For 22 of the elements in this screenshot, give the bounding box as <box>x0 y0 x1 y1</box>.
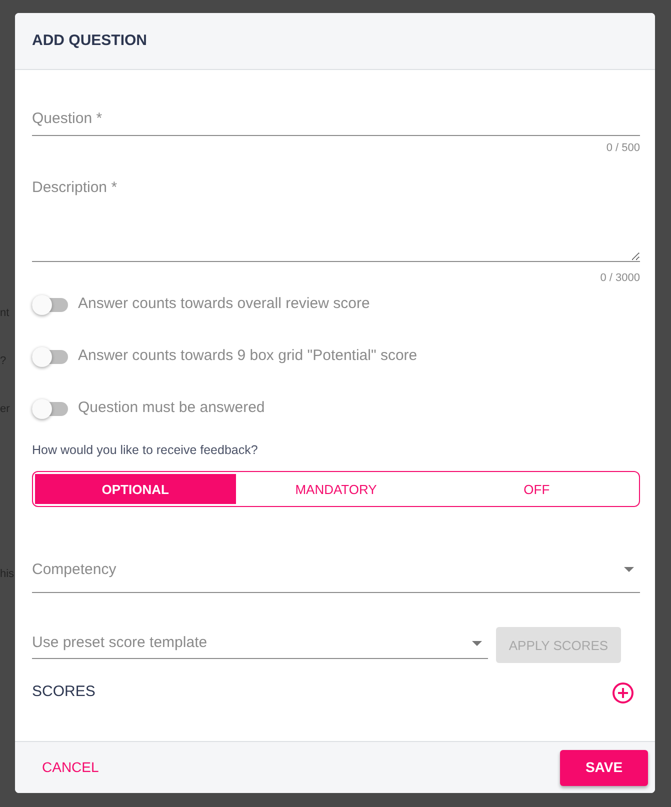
save-button[interactable]: SAVE <box>560 750 648 786</box>
character-counter: 0 / 3000 <box>600 272 640 284</box>
scores-heading: SCORES <box>32 682 96 702</box>
feedback-prompt: How would you like to receive feedback? <box>32 442 258 456</box>
add-icon[interactable] <box>612 682 634 704</box>
toggle-label: Answer counts towards overall review score <box>78 294 370 314</box>
description-field[interactable]: Description * <box>32 173 640 262</box>
dialog-title: ADD QUESTION <box>32 30 148 51</box>
character-counter: 0 / 500 <box>606 142 640 154</box>
toggle-switch[interactable] <box>32 346 68 366</box>
cancel-button[interactable]: CANCEL <box>32 751 109 784</box>
toggle-label: Question must be answered <box>78 398 265 418</box>
toggle-label: Answer counts towards 9 box grid "Potential" score <box>78 346 418 366</box>
question-field[interactable]: Question * <box>32 104 640 136</box>
feedback-option[interactable]: OPTIONAL <box>35 474 236 504</box>
competency-dropdown[interactable]: Competency <box>32 547 640 594</box>
toggle-switch[interactable] <box>32 398 68 418</box>
score-template-dropdown[interactable]: Use preset score template <box>32 628 488 660</box>
caret-icon <box>624 567 634 572</box>
caret-icon <box>472 640 482 646</box>
toggle-switch[interactable] <box>32 294 68 314</box>
background-text: ? <box>0 355 6 367</box>
